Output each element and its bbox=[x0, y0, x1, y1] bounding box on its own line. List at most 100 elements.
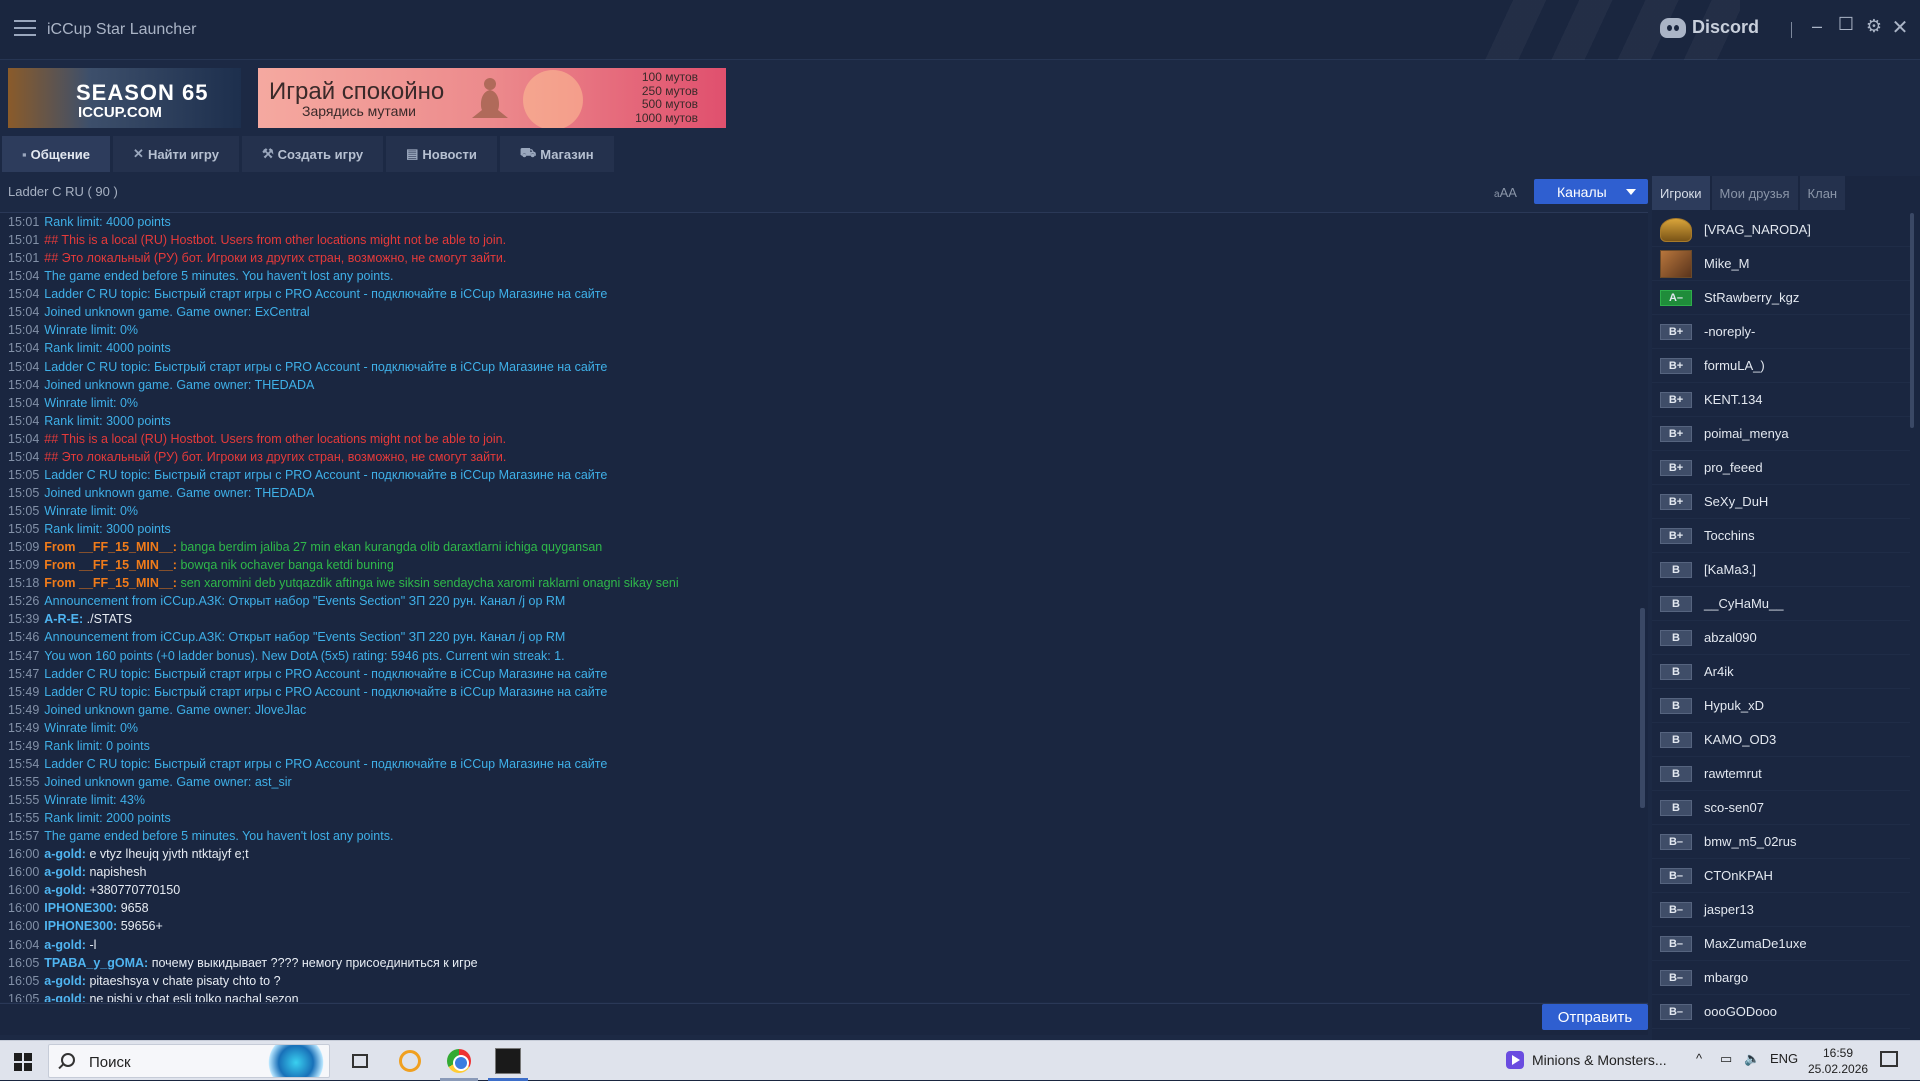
tab-chat[interactable]: ▪ Общение bbox=[2, 136, 111, 172]
chat-message: 16:00 a-gold: napishesh bbox=[8, 863, 1628, 881]
search-placeholder: Поиск bbox=[89, 1054, 131, 1071]
task-view-icon[interactable] bbox=[344, 1045, 376, 1077]
media-title: Minions & Monsters... bbox=[1532, 1052, 1667, 1068]
promo-option: 100 мутов bbox=[641, 70, 698, 84]
volume-icon[interactable]: 🔈 bbox=[1744, 1051, 1760, 1067]
player-row[interactable]: B– CTOnKPAH bbox=[1652, 859, 1910, 893]
tab-news[interactable]: ▤ Новости bbox=[386, 136, 497, 172]
player-row[interactable]: B– bmw_m5_02rus bbox=[1652, 825, 1910, 859]
player-row[interactable]: B– MaxZumaDe1uxe bbox=[1652, 927, 1910, 961]
player-row[interactable]: Bsco-sen07 bbox=[1652, 791, 1910, 825]
chat-timestamp: 16:05 bbox=[8, 955, 40, 970]
player-row[interactable]: Babzal090 bbox=[1652, 621, 1910, 655]
font-size-control[interactable]: aAA bbox=[1494, 185, 1517, 200]
player-name: KAMO_OD3 bbox=[1704, 732, 1777, 747]
player-row[interactable]: B+ poimai_menya bbox=[1652, 417, 1910, 451]
tab-create-game[interactable]: ⚒ Создать игру bbox=[241, 136, 384, 172]
player-row[interactable]: B+ pro_feeed bbox=[1652, 451, 1910, 485]
minimize-icon[interactable]: – bbox=[1806, 16, 1828, 37]
chat-message-text: banga berdim jaliba 27 min ekan kurangda… bbox=[180, 540, 603, 555]
player-row[interactable]: B– oooGODooo bbox=[1652, 995, 1910, 1029]
close-icon[interactable]: ✕ bbox=[1889, 15, 1911, 40]
message-input[interactable] bbox=[0, 1003, 1648, 1035]
chat-nickname[interactable]: From __FF_15_MIN__: bbox=[44, 576, 177, 590]
meditation-figure-icon bbox=[472, 78, 508, 118]
chat-nickname[interactable]: From __FF_15_MIN__: bbox=[44, 540, 177, 554]
menu-icon[interactable] bbox=[14, 20, 36, 38]
player-row[interactable]: A– StRawberry_kgz bbox=[1652, 281, 1910, 315]
chat-nickname[interactable]: From __FF_15_MIN__: bbox=[44, 558, 177, 572]
language-indicator[interactable]: ENG bbox=[1770, 1051, 1798, 1066]
network-icon[interactable]: ▭ bbox=[1720, 1051, 1732, 1067]
player-row[interactable]: B KAMO_OD3 bbox=[1652, 723, 1910, 757]
font-size-large[interactable]: AA bbox=[1500, 185, 1517, 200]
channels-dropdown-button[interactable]: Каналы bbox=[1534, 179, 1648, 204]
chat-message-text: Rank limit: 4000 points bbox=[44, 215, 171, 229]
notifications-icon[interactable] bbox=[1880, 1051, 1898, 1067]
chat-nickname[interactable]: IPHONE300: bbox=[44, 919, 117, 933]
rank-badge: B bbox=[1660, 663, 1692, 680]
maximize-icon[interactable]: ☐ bbox=[1835, 14, 1857, 35]
chat-message: 15:04 Winrate limit: 0% bbox=[8, 394, 1628, 412]
chat-log[interactable]: 15:01 Rank limit: 4000 points 15:01 ## This… bbox=[0, 212, 1648, 1002]
chat-nickname[interactable]: a-gold: bbox=[44, 847, 86, 861]
tab-players[interactable]: Игроки bbox=[1652, 176, 1710, 210]
chat-message: 15:05 Joined unknown game. Game owner: TH… bbox=[8, 484, 1628, 502]
player-row[interactable]: B+ -noreply- bbox=[1652, 315, 1910, 349]
player-row[interactable]: B+ formuLA_) bbox=[1652, 349, 1910, 383]
player-name: pro_feeed bbox=[1704, 460, 1763, 475]
player-row[interactable]: Brawtemrut bbox=[1652, 757, 1910, 791]
media-widget[interactable]: Minions & Monsters... bbox=[1506, 1051, 1667, 1069]
player-row[interactable]: B+ Tocchins bbox=[1652, 519, 1910, 553]
player-row[interactable]: Mike_M bbox=[1652, 247, 1910, 281]
chat-nickname[interactable]: A-R-E: bbox=[44, 612, 83, 626]
chat-message: 16:05 a-gold: pitaeshsya v chate pisaty c… bbox=[8, 972, 1628, 990]
chat-timestamp: 15:04 bbox=[8, 431, 40, 446]
clock[interactable]: 16:59 25.02.2026 bbox=[1808, 1045, 1868, 1077]
player-row[interactable]: B __CyHaMu__ bbox=[1652, 587, 1910, 621]
player-row[interactable]: B [KaMa3.] bbox=[1652, 553, 1910, 587]
mutes-promo-banner[interactable]: Играй спокойно Зарядись мутами 100 мутов… bbox=[258, 68, 726, 128]
chat-scrollbar[interactable] bbox=[1640, 608, 1645, 808]
chat-timestamp: 15:18 bbox=[8, 576, 40, 591]
player-row[interactable]: B– mbargo bbox=[1652, 961, 1910, 995]
tab-my-friends[interactable]: Мои друзья bbox=[1711, 176, 1798, 210]
chat-nickname[interactable]: IPHONE300: bbox=[44, 901, 117, 915]
tab-clan[interactable]: Клан bbox=[1799, 176, 1846, 210]
chat-message-text: e vtyz lheujq yjvth ntktajyf e;t bbox=[89, 847, 249, 862]
chat-nickname[interactable]: a-gold: bbox=[44, 974, 86, 988]
send-button[interactable]: Отправить bbox=[1542, 1004, 1648, 1030]
chrome-icon[interactable] bbox=[443, 1045, 475, 1077]
player-name: Tocchins bbox=[1704, 528, 1755, 543]
tab-shop[interactable]: ⛟ Магазин bbox=[499, 136, 614, 172]
discord-button[interactable]: Discord bbox=[1660, 17, 1759, 38]
iccup-launcher-taskbar-icon[interactable] bbox=[492, 1045, 524, 1077]
chat-nickname[interactable]: a-gold: bbox=[44, 883, 86, 897]
player-row[interactable]: B Hypuk_xD bbox=[1652, 689, 1910, 723]
chat-message: 15:01 ## This is a local (RU) Hostbot. Us… bbox=[8, 231, 1628, 249]
chat-nickname[interactable]: a-gold: bbox=[44, 992, 86, 1002]
yandex-browser-icon[interactable] bbox=[394, 1045, 426, 1077]
tab-find-game[interactable]: ✕ Найти игру bbox=[113, 136, 239, 172]
taskbar-search[interactable]: Поиск bbox=[48, 1044, 330, 1078]
player-row[interactable]: [VRAG_NARODA] bbox=[1652, 213, 1910, 247]
player-row[interactable]: B– jasper13 bbox=[1652, 893, 1910, 927]
player-list-scrollbar[interactable] bbox=[1910, 213, 1914, 428]
settings-gear-icon[interactable]: ⚙ bbox=[1863, 16, 1885, 37]
chat-timestamp: 15:46 bbox=[8, 630, 40, 645]
windows-start-icon[interactable] bbox=[14, 1053, 32, 1071]
caret-down-icon bbox=[1626, 189, 1636, 195]
player-row[interactable]: B+ KENT.134 bbox=[1652, 383, 1910, 417]
player-row[interactable]: B+ SeXy_DuH bbox=[1652, 485, 1910, 519]
season-banner[interactable]: SEASON 65 ICCUP.COM bbox=[8, 68, 241, 128]
chat-nickname[interactable]: a-gold: bbox=[44, 865, 86, 879]
chat-message-text: Rank limit: 4000 points bbox=[44, 341, 171, 356]
player-row[interactable]: B Ar4ik bbox=[1652, 655, 1910, 689]
chat-timestamp: 15:05 bbox=[8, 504, 40, 518]
chat-nickname[interactable]: TPABA_y_gOMA: bbox=[44, 956, 148, 970]
chat-nickname[interactable]: a-gold: bbox=[44, 938, 86, 952]
chat-message-text: Joined unknown game. Game owner: ast_sir bbox=[44, 774, 292, 789]
rank-badge: B+ bbox=[1660, 527, 1692, 544]
yin-yang-decoration bbox=[523, 70, 583, 128]
tray-chevron-up-icon[interactable]: ^ bbox=[1696, 1051, 1702, 1066]
